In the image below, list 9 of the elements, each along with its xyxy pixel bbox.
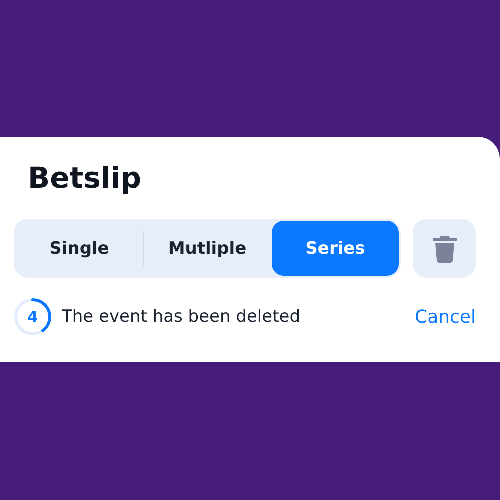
bet-type-tab[interactable]: Single bbox=[16, 221, 143, 276]
delete-button[interactable] bbox=[413, 219, 476, 278]
bet-type-tab[interactable]: Series bbox=[272, 221, 399, 276]
cancel-link[interactable]: Cancel bbox=[415, 306, 476, 328]
betslip-title: Betslip bbox=[28, 160, 143, 197]
trash-icon bbox=[432, 234, 456, 262]
notice-message: The event has been deleted bbox=[62, 307, 302, 327]
bet-type-tab[interactable]: Mutliple bbox=[144, 221, 271, 276]
countdown-number: 4 bbox=[26, 307, 40, 328]
